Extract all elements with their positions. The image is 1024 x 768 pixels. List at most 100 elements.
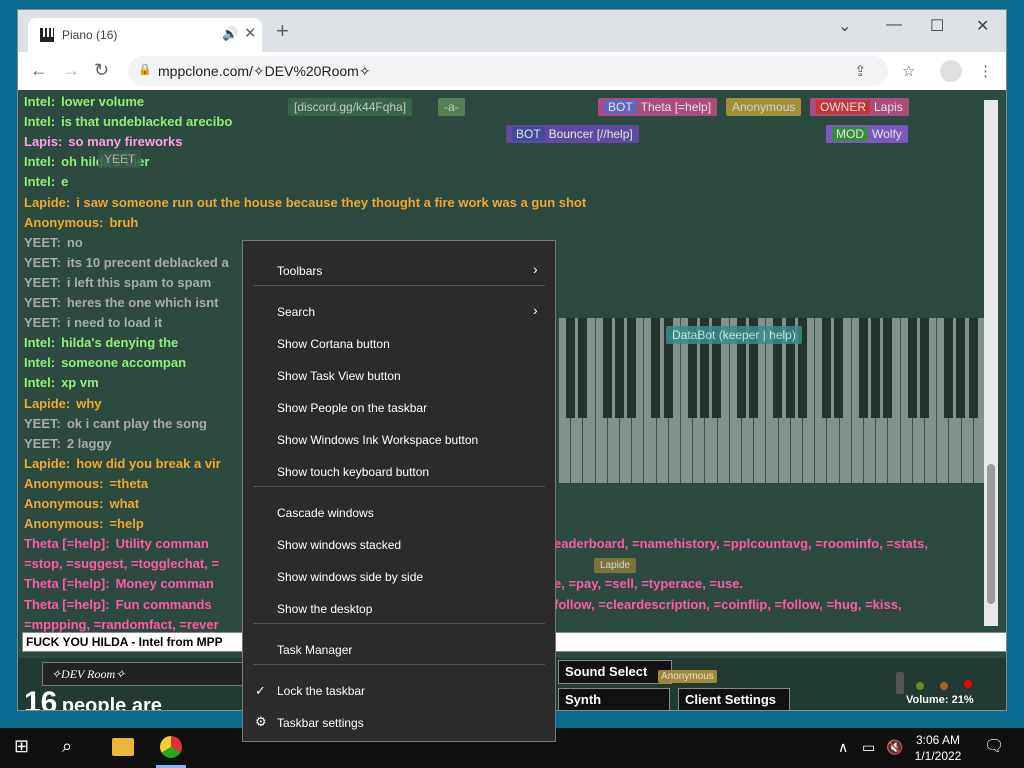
close-tab-icon[interactable]: ✕ bbox=[244, 24, 257, 42]
chat-message: Theta [=help]: Money comman bbox=[24, 576, 214, 591]
scrollbar-thumb[interactable] bbox=[987, 464, 995, 604]
user-tag[interactable]: Anonymous bbox=[726, 98, 802, 116]
user-tag-lapis[interactable]: OWNER Lapis bbox=[810, 98, 909, 116]
menu-separator bbox=[253, 486, 545, 487]
start-windows-icon[interactable]: ⊞ bbox=[14, 736, 29, 757]
chat-username: Lapide: bbox=[24, 455, 71, 471]
chat-text: =stop, =suggest, =togglechat, = bbox=[24, 556, 220, 572]
menu-item-task-manager[interactable]: Task Manager bbox=[277, 643, 352, 657]
chat-username: Intel: bbox=[24, 154, 56, 170]
menu-item-show-touch-keyboard[interactable]: Show touch keyboard button bbox=[277, 465, 429, 479]
taskbar-context-menu: Toolbars › Search › Show Cortana button Show … bbox=[242, 240, 556, 742]
chat-message: YEET: 2 laggy bbox=[24, 436, 112, 451]
url-text: mppclone.com/✧DEV%20Room✧ bbox=[158, 63, 371, 79]
user-tag[interactable]: Lapide bbox=[594, 558, 637, 573]
network-icon[interactable]: ▭ bbox=[862, 739, 875, 756]
menu-item-show-task-view-button[interactable]: Show Task View button bbox=[277, 369, 401, 383]
menu-item-search[interactable]: Search bbox=[277, 305, 315, 319]
menu-item-lock-taskbar[interactable]: Lock the taskbar bbox=[277, 684, 365, 698]
chat-text: bruh bbox=[109, 214, 139, 230]
menu-item-show-windows-stacked[interactable]: Show windows stacked bbox=[277, 538, 401, 552]
volume-label: Volume: 21% bbox=[906, 694, 974, 706]
lock-icon[interactable]: 🔒 bbox=[138, 63, 152, 76]
menu-separator bbox=[253, 623, 545, 624]
chrome-icon[interactable] bbox=[160, 736, 182, 758]
menu-item-toolbars[interactable]: Toolbars bbox=[277, 264, 322, 278]
client-settings-button[interactable]: Client Settings bbox=[678, 688, 790, 710]
chat-username: Lapis: bbox=[24, 134, 63, 150]
chat-text: i saw someone run out the house because … bbox=[76, 194, 587, 210]
user-tag[interactable]: -a- bbox=[438, 98, 465, 116]
chat-text: Money comman bbox=[115, 576, 214, 592]
chat-message: Anonymous: bruh bbox=[24, 215, 138, 230]
chat-text: so many fireworks bbox=[68, 134, 183, 150]
user-tag[interactable]: [discord.gg/k44Fqha] bbox=[288, 98, 413, 116]
chat-scrollbar[interactable] bbox=[984, 100, 998, 626]
chat-message: Intel: someone accompan bbox=[24, 355, 186, 370]
menu-item-show-cortana-button[interactable]: Show Cortana button bbox=[277, 337, 390, 351]
room-selector[interactable]: ✧DEV Room✧ bbox=[42, 662, 252, 686]
chat-username: Intel: bbox=[24, 375, 56, 391]
chevron-right-icon: › bbox=[533, 261, 538, 277]
chat-username: YEET: bbox=[24, 315, 61, 331]
notifications-icon[interactable]: 🗨 bbox=[984, 736, 1004, 756]
user-tag-theta[interactable]: BOT Theta [=help] bbox=[598, 98, 718, 116]
menu-item-show-windows-side-by-side[interactable]: Show windows side by side bbox=[277, 570, 423, 584]
volume-muted-icon[interactable]: 🔇 bbox=[886, 739, 903, 756]
chat-username: Theta [=help]: bbox=[24, 596, 110, 612]
chat-username: Intel: bbox=[24, 174, 56, 190]
people-count: 16 people are bbox=[24, 686, 162, 710]
user-tag[interactable]: Anonymous bbox=[658, 670, 717, 683]
new-tab-icon[interactable]: + bbox=[276, 20, 289, 42]
browser-toolbar: ← → ↻ 🔒 mppclone.com/✧DEV%20Room✧ ⇪ ☆ ⋮ bbox=[18, 52, 1006, 91]
chat-text-fragment: e, =pay, =sell, =typerace, =use. bbox=[554, 576, 744, 592]
chat-text: ok i cant play the song bbox=[66, 415, 207, 431]
bookmark-star-icon[interactable]: ☆ bbox=[902, 62, 915, 80]
chat-text: lower volume bbox=[61, 94, 145, 109]
menu-item-show-people[interactable]: Show People on the taskbar bbox=[277, 401, 427, 415]
chat-text: =theta bbox=[109, 475, 149, 491]
user-tag-wolfy[interactable]: MOD Wolfy bbox=[826, 125, 908, 143]
user-tag[interactable]: DataBot (keeper | help) bbox=[666, 326, 802, 344]
chat-message: Theta [=help]: Fun commands bbox=[24, 597, 212, 612]
chat-text: =help bbox=[109, 516, 144, 532]
back-icon[interactable]: ← bbox=[30, 60, 48, 81]
share-icon[interactable]: ⇪ bbox=[854, 62, 867, 80]
address-bar[interactable]: 🔒 mppclone.com/✧DEV%20Room✧ ⇪ bbox=[128, 56, 888, 86]
maximize-icon[interactable]: ☐ bbox=[930, 16, 944, 36]
tab-strip: Piano (16) 🔊 ✕ + ⌄ — ☐ ✕ bbox=[18, 10, 1006, 52]
profile-avatar[interactable] bbox=[940, 60, 962, 82]
chat-text: Utility comman bbox=[115, 536, 209, 552]
menu-item-show-ink-workspace[interactable]: Show Windows Ink Workspace button bbox=[277, 433, 478, 447]
chat-message: YEET: i left this spam to spam bbox=[24, 275, 211, 290]
menu-item-show-desktop[interactable]: Show the desktop bbox=[277, 602, 372, 616]
synth-button[interactable]: Synth bbox=[558, 688, 670, 710]
clock[interactable]: 3:06 AM 1/1/2022 bbox=[904, 732, 972, 764]
chat-username: Anonymous: bbox=[24, 496, 104, 511]
forward-icon[interactable]: → bbox=[62, 60, 80, 81]
chevron-down-icon[interactable]: ⌄ bbox=[838, 16, 851, 36]
user-tag-bouncer[interactable]: BOT Bouncer [//help] bbox=[506, 125, 639, 143]
chat-message: YEET: no bbox=[24, 235, 83, 250]
minimize-icon[interactable]: — bbox=[886, 16, 902, 34]
chat-text: how did you break a vir bbox=[76, 455, 221, 471]
reload-icon[interactable]: ↻ bbox=[94, 60, 109, 81]
close-window-icon[interactable]: ✕ bbox=[976, 16, 989, 36]
menu-item-taskbar-settings[interactable]: Taskbar settings bbox=[277, 716, 364, 730]
chat-text: its 10 precent deblacked a bbox=[66, 254, 229, 270]
chat-message: Lapis: so many fireworks bbox=[24, 134, 182, 149]
menu-kebab-icon[interactable]: ⋮ bbox=[978, 62, 993, 80]
tab-piano[interactable]: Piano (16) 🔊 ✕ bbox=[28, 18, 262, 52]
file-explorer-icon[interactable] bbox=[112, 738, 134, 756]
chevron-up-icon[interactable]: ∧ bbox=[838, 739, 848, 756]
user-tag[interactable]: YEET bbox=[98, 150, 142, 168]
chat-text: hilda's denying the bbox=[61, 335, 179, 351]
menu-item-cascade-windows[interactable]: Cascade windows bbox=[277, 506, 374, 520]
volume-knob[interactable] bbox=[896, 672, 904, 694]
speaker-icon[interactable]: 🔊 bbox=[222, 26, 238, 42]
sound-select-button[interactable]: Sound Select bbox=[558, 660, 672, 684]
chat-message: =stop, =suggest, =togglechat, = bbox=[24, 556, 219, 571]
checkmark-icon: ✓ bbox=[255, 683, 266, 698]
chat-text: no bbox=[66, 234, 83, 250]
search-icon[interactable]: ⌕ bbox=[62, 736, 72, 757]
